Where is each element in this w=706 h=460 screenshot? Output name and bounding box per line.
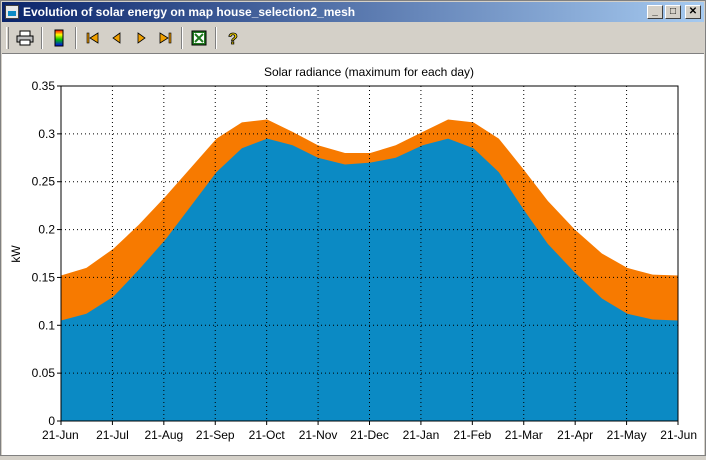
print-button[interactable] xyxy=(14,27,36,49)
toolbar-separator xyxy=(215,27,217,49)
minimize-icon: _ xyxy=(652,6,658,17)
toolbar-grip[interactable] xyxy=(6,27,9,49)
window-title: Evolution of solar energy on map house_s… xyxy=(23,5,356,19)
y-tick-label: 0.15 xyxy=(32,270,56,284)
x-tick-label: 21-Oct xyxy=(249,428,286,442)
y-tick-label: 0.25 xyxy=(32,175,56,189)
next-frame-icon xyxy=(137,32,146,44)
svg-text:?: ? xyxy=(228,31,238,47)
x-axis-ticks: 21-Jun 21-Jul 21-Aug 21-Sep 21-Oct 21-Nov 21-D… xyxy=(42,421,697,442)
x-tick-label: 21-Jun xyxy=(660,428,697,442)
y-axis-label: kW xyxy=(9,245,23,263)
solar-radiance-chart: Solar radiance (maximum for each day) kW… xyxy=(9,65,697,442)
next-frame-button[interactable] xyxy=(130,27,152,49)
color-palette-icon xyxy=(54,29,64,47)
maximize-icon: □ xyxy=(669,6,677,17)
toolbar: ? xyxy=(2,23,704,54)
help-icon: ? xyxy=(228,31,239,47)
toolbar-separator xyxy=(41,27,43,49)
first-frame-icon xyxy=(86,32,99,44)
x-tick-label: 21-Apr xyxy=(557,428,593,442)
app-window: Evolution of solar energy on map house_s… xyxy=(0,0,706,456)
export-excel-button[interactable] xyxy=(188,27,210,49)
previous-frame-button[interactable] xyxy=(106,27,128,49)
x-tick-label: 21-Mar xyxy=(505,428,543,442)
help-button[interactable]: ? xyxy=(222,27,244,49)
y-tick-label: 0 xyxy=(48,414,55,428)
export-excel-icon xyxy=(191,30,207,46)
toolbar-separator xyxy=(181,27,183,49)
color-palette-button[interactable] xyxy=(48,27,70,49)
x-tick-label: 21-Jan xyxy=(403,428,440,442)
chart-title: Solar radiance (maximum for each day) xyxy=(264,65,474,79)
y-axis-ticks: 0 0.05 0.1 0.15 0.2 0.25 0.3 0.35 xyxy=(32,79,61,428)
close-icon: ✕ xyxy=(688,6,698,17)
last-frame-button[interactable] xyxy=(154,27,176,49)
y-tick-label: 0.05 xyxy=(32,366,56,380)
print-icon xyxy=(16,30,34,46)
x-tick-label: 21-Aug xyxy=(144,428,183,442)
x-tick-label: 21-Feb xyxy=(453,428,491,442)
minimize-button[interactable]: _ xyxy=(647,5,663,19)
x-tick-label: 21-Sep xyxy=(196,428,235,442)
maximize-button[interactable]: □ xyxy=(665,5,681,19)
y-tick-label: 0.1 xyxy=(38,318,55,332)
last-frame-icon xyxy=(159,32,172,44)
first-frame-button[interactable] xyxy=(82,27,104,49)
previous-frame-icon xyxy=(112,32,121,44)
x-tick-label: 21-Jul xyxy=(96,428,129,442)
x-tick-label: 21-Jun xyxy=(42,428,79,442)
y-tick-label: 0.35 xyxy=(32,79,56,93)
x-tick-label: 21-May xyxy=(607,428,647,442)
x-tick-label: 21-Nov xyxy=(299,428,338,442)
x-tick-label: 21-Dec xyxy=(350,428,389,442)
title-bar[interactable]: Evolution of solar energy on map house_s… xyxy=(2,2,704,22)
toolbar-separator xyxy=(75,27,77,49)
chart-panel: Solar radiance (maximum for each day) kW… xyxy=(2,54,704,455)
y-tick-label: 0.3 xyxy=(38,127,55,141)
app-icon xyxy=(5,5,19,19)
close-button[interactable]: ✕ xyxy=(685,5,701,19)
y-tick-label: 0.2 xyxy=(38,223,55,237)
